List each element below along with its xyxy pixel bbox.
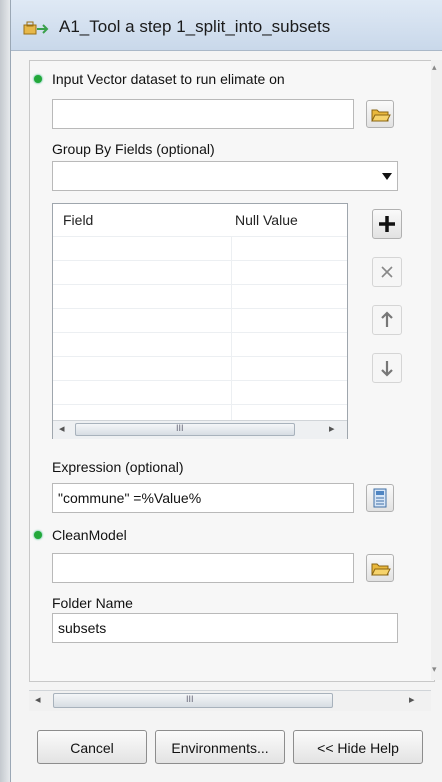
- chevron-down-icon: [382, 173, 392, 180]
- browse-input-button[interactable]: [366, 100, 394, 128]
- required-icon: [34, 75, 42, 83]
- column-divider: [231, 236, 232, 422]
- folder-open-icon: [371, 109, 391, 122]
- row-divider: [53, 356, 347, 357]
- background-strip: [0, 0, 10, 782]
- clean-model-field[interactable]: [52, 553, 354, 583]
- panel-vertical-scrollbar[interactable]: ▴ ▾: [431, 60, 442, 680]
- row-divider: [53, 308, 347, 309]
- window-title: A1_Tool a step 1_split_into_subsets: [59, 17, 331, 36]
- scroll-left-icon[interactable]: ◂: [35, 693, 41, 706]
- remove-field-button[interactable]: [372, 257, 402, 287]
- folder-name-label: Folder Name: [52, 595, 133, 611]
- row-divider: [53, 284, 347, 285]
- row-divider: [53, 332, 347, 333]
- hide-help-button[interactable]: << Hide Help: [293, 730, 423, 764]
- sql-builder-button[interactable]: [366, 484, 394, 512]
- thumb-grip: III: [176, 423, 184, 433]
- group-by-label: Group By Fields (optional): [52, 141, 215, 157]
- cancel-button[interactable]: Cancel: [37, 730, 147, 764]
- group-by-dropdown[interactable]: [52, 161, 398, 191]
- sql-calculator-icon: [373, 488, 387, 508]
- expression-label: Expression (optional): [52, 459, 184, 475]
- column-header-field: Field: [63, 212, 94, 228]
- scroll-right-icon[interactable]: ▸: [409, 693, 415, 706]
- required-icon: [34, 531, 42, 539]
- panel-scroll-thumb[interactable]: III: [53, 693, 333, 708]
- thumb-grip: III: [186, 694, 194, 704]
- environments-button[interactable]: Environments...: [155, 730, 285, 764]
- group-by-table: Field Null Value ◂ III ▸: [52, 203, 348, 439]
- panel-horizontal-scrollbar[interactable]: ◂ III ▸: [29, 690, 431, 711]
- x-icon: [381, 266, 393, 278]
- parameter-panel: Input Vector dataset to run elimate on G…: [29, 60, 435, 682]
- clean-model-label: CleanModel: [52, 527, 127, 543]
- expression-field[interactable]: "commune" =%Value%: [52, 483, 354, 513]
- row-divider: [53, 260, 347, 261]
- move-down-button[interactable]: [372, 353, 402, 383]
- row-divider: [53, 404, 347, 405]
- tool-dialog: A1_Tool a step 1_split_into_subsets Inpu…: [10, 0, 442, 782]
- scroll-right-icon[interactable]: ▸: [329, 422, 335, 435]
- title-bar: A1_Tool a step 1_split_into_subsets: [11, 0, 442, 51]
- folder-name-field[interactable]: subsets: [52, 613, 398, 643]
- scroll-left-icon[interactable]: ◂: [59, 422, 65, 435]
- input-dataset-field[interactable]: [52, 99, 354, 129]
- input-dataset-label: Input Vector dataset to run elimate on: [52, 71, 285, 87]
- browse-clean-model-button[interactable]: [366, 554, 394, 582]
- table-scroll-thumb[interactable]: III: [75, 423, 295, 436]
- add-field-button[interactable]: [372, 209, 402, 239]
- toolbox-icon: [23, 21, 49, 35]
- row-divider: [53, 236, 347, 237]
- move-up-button[interactable]: [372, 305, 402, 335]
- scroll-up-icon[interactable]: ▴: [432, 62, 437, 73]
- row-divider: [53, 380, 347, 381]
- plus-icon: [379, 216, 395, 232]
- column-header-null-value: Null Value: [235, 212, 298, 228]
- arrow-up-icon: [381, 311, 393, 327]
- scroll-down-icon[interactable]: ▾: [432, 664, 437, 675]
- table-horizontal-scrollbar[interactable]: ◂ III ▸: [53, 420, 347, 439]
- folder-open-icon: [371, 563, 391, 576]
- arrow-down-icon: [381, 361, 393, 377]
